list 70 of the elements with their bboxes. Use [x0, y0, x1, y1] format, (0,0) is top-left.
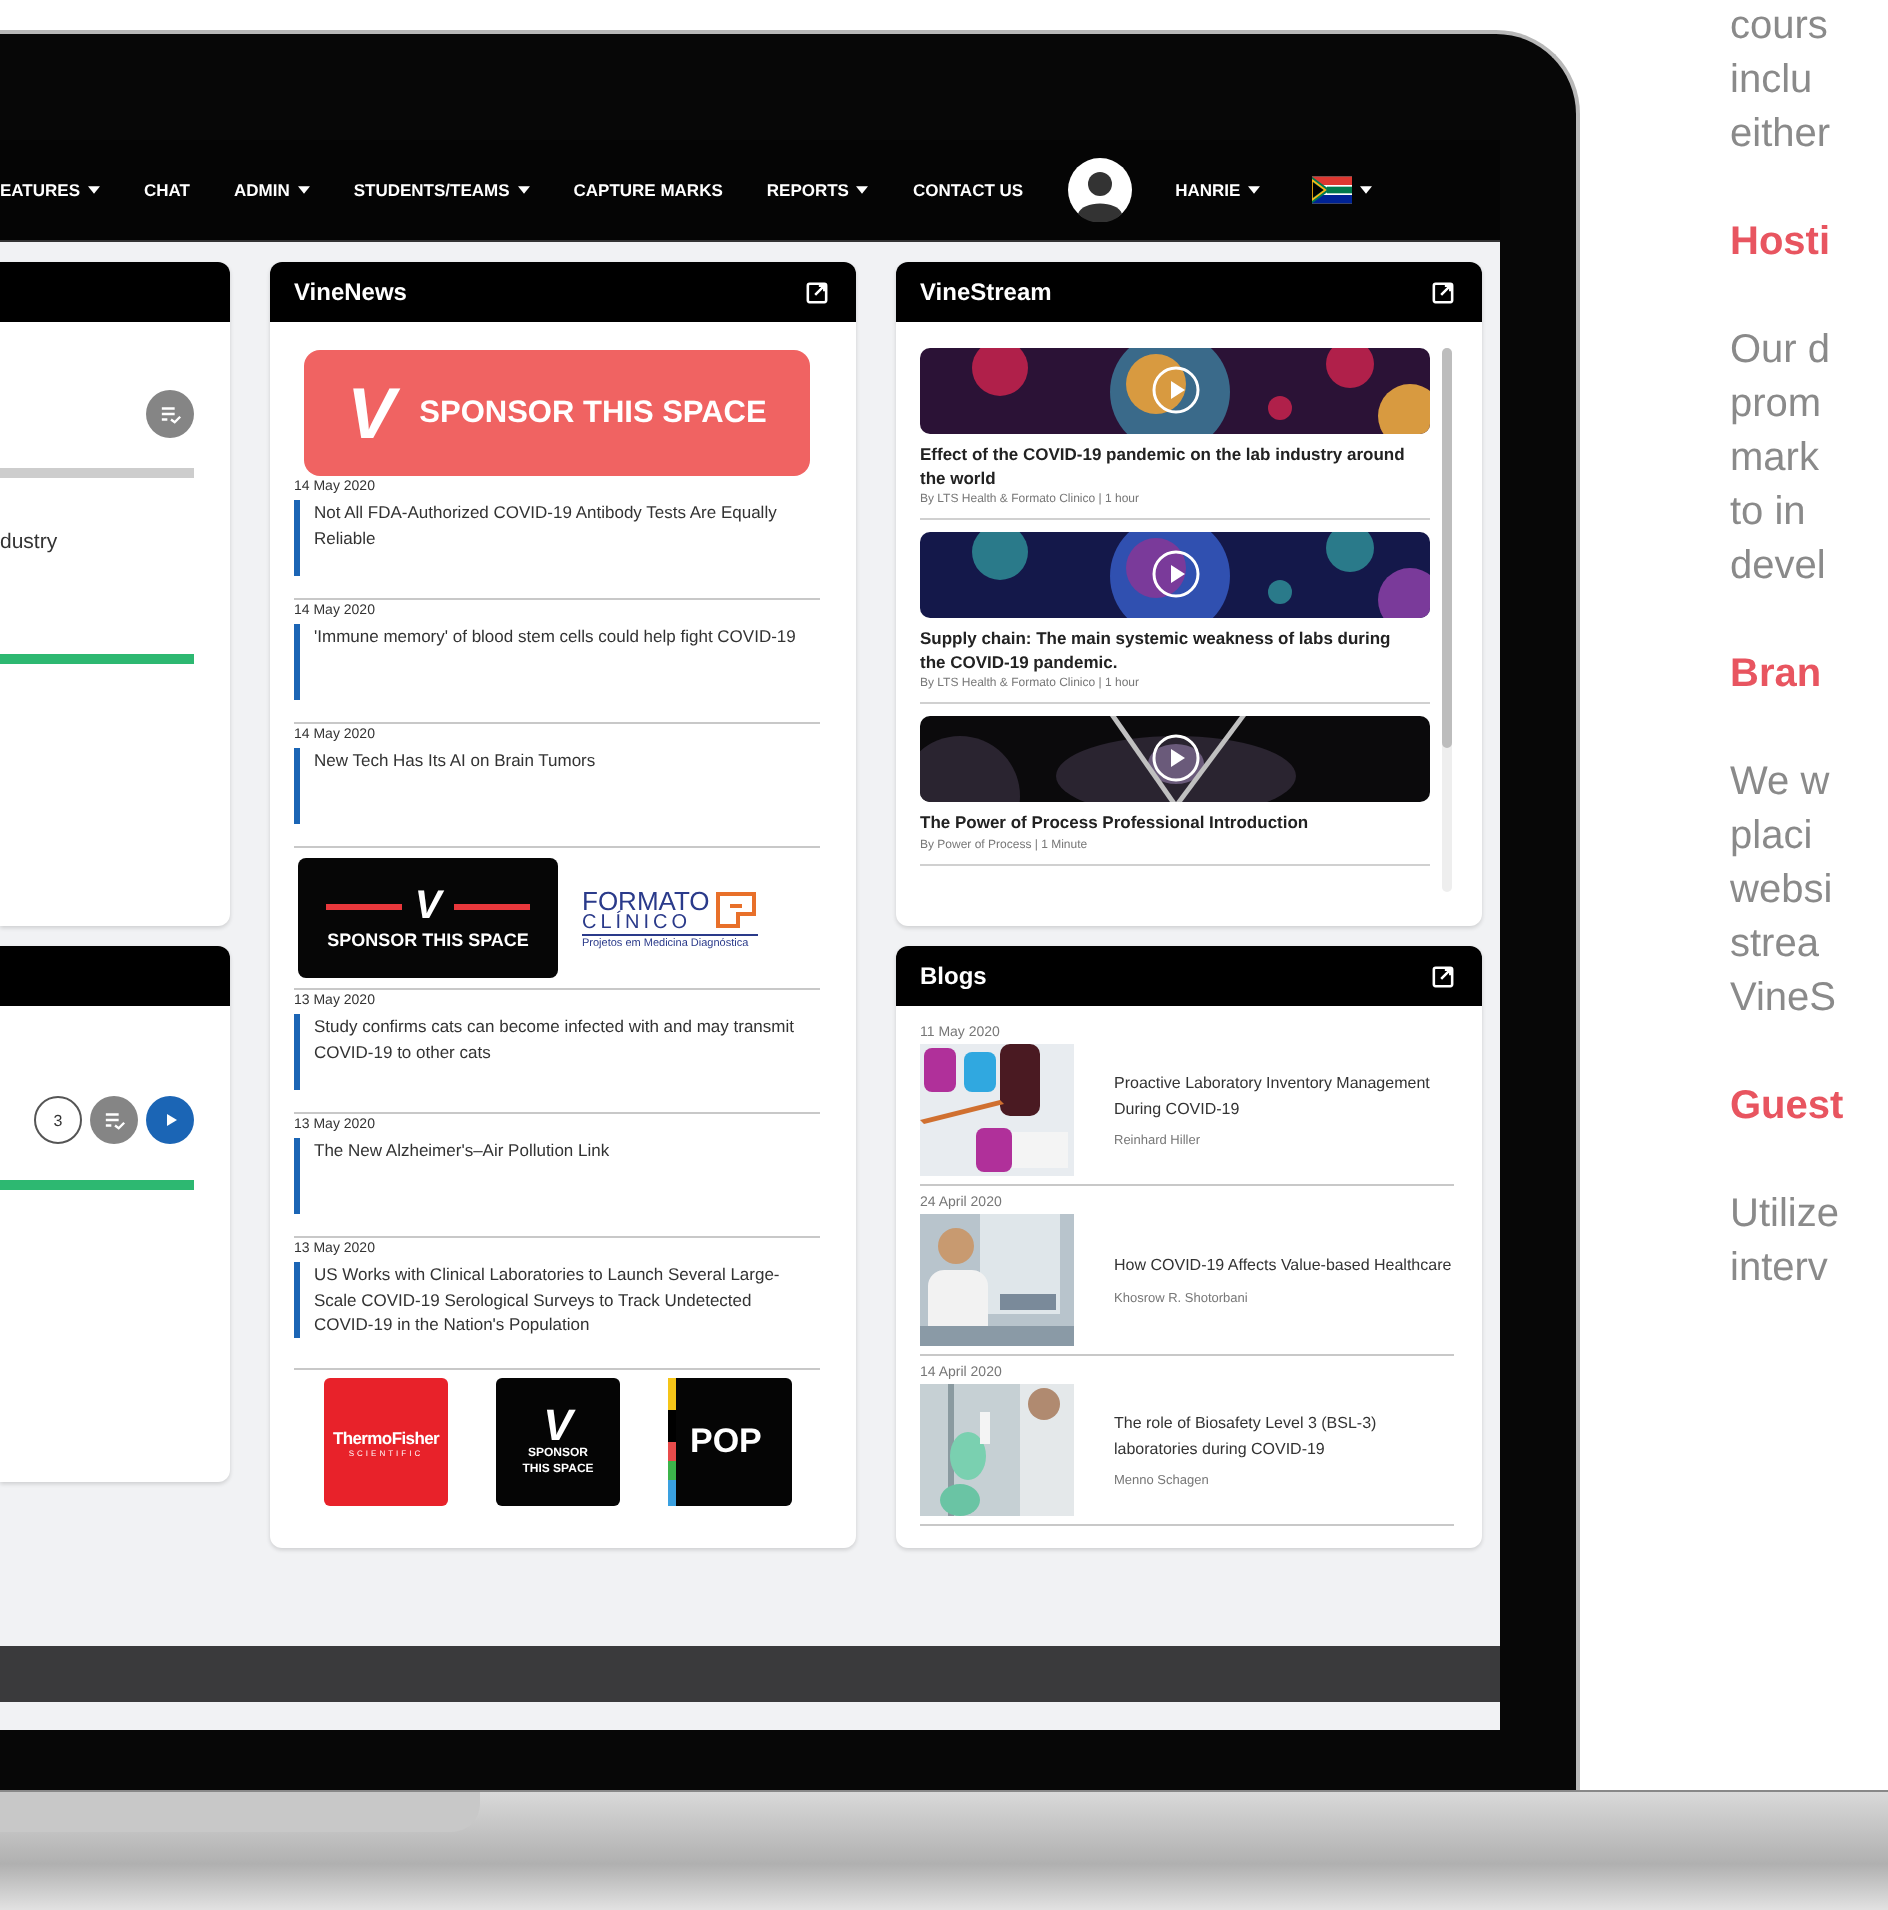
checklist-button[interactable]: [90, 1096, 138, 1144]
play-icon[interactable]: [1152, 734, 1200, 782]
card-title: VineStream: [920, 278, 1052, 306]
news-link[interactable]: Study confirms cats can become infected with and may transmit COVID-19 to other cats: [294, 1014, 820, 1090]
logo-text: POP: [690, 1422, 762, 1462]
body-text: cours: [1730, 2, 1830, 52]
body-text: either: [1730, 110, 1833, 160]
count-badge: 3: [34, 1096, 82, 1144]
news-link[interactable]: 'Immune memory' of blood stem cells could help fight COVID-19: [294, 624, 820, 700]
ad-text: SPONSOR THIS SPACE: [327, 930, 529, 950]
course-title: dustry: [0, 530, 60, 554]
section-heading: Bran: [1730, 650, 1824, 700]
video-title[interactable]: Supply chain: The main systemic weakness of labs during the COVID-19 pandemic.: [920, 628, 1430, 674]
play-button[interactable]: [146, 1096, 194, 1144]
language-menu[interactable]: [1312, 176, 1373, 204]
body-text: prom: [1730, 380, 1824, 430]
blog-title[interactable]: Proactive Laboratory Inventory Management During COVID-19: [1114, 1072, 1454, 1122]
logo-mark-icon: [713, 890, 758, 930]
body-text: to in: [1730, 488, 1808, 538]
blog-title[interactable]: How COVID-19 Affects Value-based Healthcare: [1114, 1254, 1452, 1280]
body-text: mark: [1730, 434, 1821, 484]
avatar-icon[interactable]: [1067, 158, 1132, 222]
video-title[interactable]: The Power of Process Professional Introduction: [920, 812, 1430, 835]
body-text: interv: [1730, 1244, 1830, 1294]
body-text: Utilize: [1730, 1190, 1841, 1240]
logo-letter: V: [543, 1404, 573, 1449]
news-link[interactable]: New Tech Has Its AI on Brain Tumors: [294, 748, 820, 824]
external-link-icon[interactable]: [1432, 965, 1454, 987]
section-heading: Hosti: [1730, 218, 1832, 268]
video-title[interactable]: Effect of the COVID-19 pandemic on the lab industry around the world: [920, 444, 1430, 490]
logo-text: ThermoFisher: [332, 1427, 440, 1447]
nav-link[interactable]: CHAT: [144, 180, 190, 200]
card-title: VineNews: [294, 278, 407, 306]
body-text: We w: [1730, 758, 1832, 808]
checklist-icon: [103, 1110, 125, 1130]
nav-link[interactable]: STUDENTS/TEAMS: [353, 180, 530, 200]
logo-letter: V: [414, 886, 442, 926]
nav-link[interactable]: CAPTURE MARKS: [573, 180, 723, 200]
blog-title[interactable]: The role of Biosafety Level 3 (BSL-3) laboratories during COVID-19: [1114, 1412, 1454, 1462]
logo-text: CLÍNICO: [582, 913, 692, 933]
nav-link[interactable]: ADMIN: [233, 180, 310, 200]
scrollbar[interactable]: [1442, 348, 1452, 892]
card-title: Blogs: [920, 962, 987, 990]
user-menu[interactable]: HANRIE: [1175, 180, 1261, 200]
body-text: websi: [1730, 866, 1835, 916]
flag-icon: [1312, 176, 1353, 204]
body-text: inclu: [1730, 56, 1815, 106]
external-link-icon[interactable]: [806, 281, 828, 303]
nav-link[interactable]: REPORTS: [766, 180, 869, 200]
body-text: devel: [1730, 542, 1828, 592]
body-text: VineS: [1730, 974, 1839, 1024]
sponsor-ad[interactable]: V SPONSOR THIS SPACE: [298, 858, 558, 978]
body-text: strea: [1730, 920, 1821, 970]
nav-link[interactable]: EATURES: [0, 180, 100, 200]
sponsor-logo[interactable]: POP: [668, 1378, 792, 1506]
body-text: Our d: [1730, 326, 1833, 376]
checklist-button[interactable]: [146, 390, 194, 438]
play-icon[interactable]: [1152, 550, 1200, 598]
color-stripe-icon: [668, 1378, 676, 1506]
news-link[interactable]: Not All FDA-Authorized COVID-19 Antibody Tests Are Equally Reliable: [294, 500, 820, 576]
news-link[interactable]: US Works with Clinical Laboratories to Launch Several Large-Scale COVID-19 Serological Surveys to Track Undetected COVID-19 in the Nation's Population: [294, 1262, 820, 1338]
external-link-icon[interactable]: [1432, 281, 1454, 303]
nav-link[interactable]: CONTACT US: [912, 180, 1024, 200]
logo-text: FORMATO: [582, 887, 710, 913]
body-text: placi: [1730, 812, 1815, 862]
section-heading: Guest: [1730, 1082, 1844, 1132]
checklist-icon: [159, 404, 181, 424]
banner-text: SPONSOR THIS SPACE: [419, 395, 767, 431]
logo-letter: V: [347, 377, 396, 449]
news-link[interactable]: The New Alzheimer's–Air Pollution Link: [294, 1138, 820, 1214]
